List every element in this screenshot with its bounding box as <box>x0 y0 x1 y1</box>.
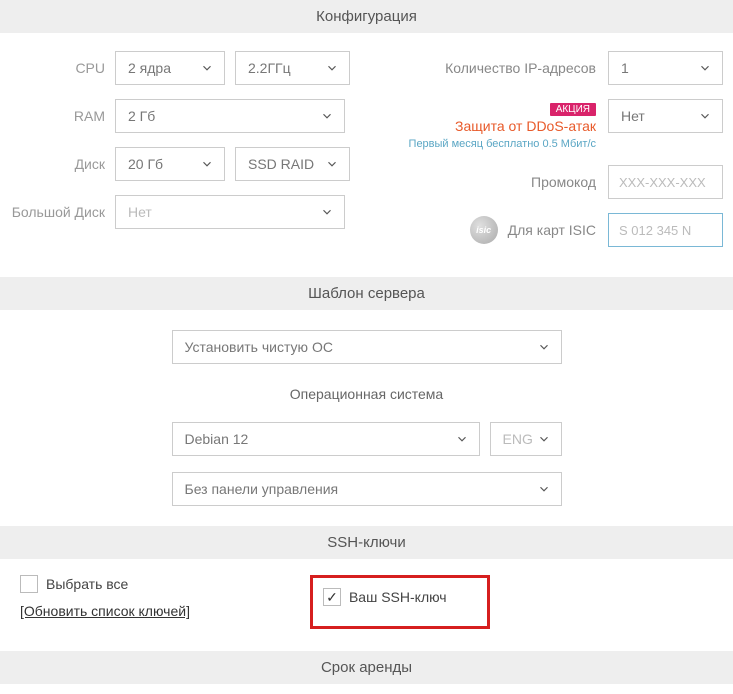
chevron-down-icon <box>537 482 551 496</box>
promo-badge: АКЦИЯ <box>550 103 596 116</box>
config-left-column: CPU 2 ядра 2.2ГГц RAM 2 Гб Диск 20 Гб <box>10 51 350 247</box>
cpu-label: CPU <box>10 60 105 77</box>
cpu-freq-select[interactable]: 2.2ГГц <box>235 51 350 85</box>
disk-size-select[interactable]: 20 Гб <box>115 147 225 181</box>
promo-label: Промокод <box>390 174 596 190</box>
ip-row: Количество IP-адресов 1 <box>390 51 723 85</box>
chevron-down-icon <box>537 432 551 446</box>
bigdisk-row: Большой Диск Нет <box>10 195 350 229</box>
chevron-down-icon <box>698 109 712 123</box>
disk-size-value: 20 Гб <box>128 156 163 172</box>
disk-type-value: SSD RAID <box>248 156 314 172</box>
select-all-row[interactable]: Выбрать все <box>20 575 190 593</box>
chevron-down-icon <box>325 61 339 75</box>
isic-input[interactable] <box>608 213 723 247</box>
ssh-body: Выбрать все [Обновить список ключей] Ваш… <box>0 559 733 651</box>
template-value: Установить чистую ОС <box>185 339 333 355</box>
ssh-left: Выбрать все [Обновить список ключей] <box>20 575 190 619</box>
chevron-down-icon <box>320 205 334 219</box>
ddos-row: АКЦИЯ Защита от DDoS-атак Первый месяц б… <box>390 99 723 151</box>
panel-value: Без панели управления <box>185 481 339 497</box>
section-header-ssh: SSH-ключи <box>0 526 733 559</box>
promo-row: Промокод <box>390 165 723 199</box>
section-header-rental: Срок аренды <box>0 651 733 684</box>
disk-type-select[interactable]: SSD RAID <box>235 147 350 181</box>
os-row: Debian 12 ENG <box>172 422 562 456</box>
template-body: Установить чистую ОС Операционная систем… <box>0 310 733 526</box>
section-header-template: Шаблон сервера <box>0 277 733 310</box>
ddos-label: Защита от DDoS-атак <box>455 118 596 134</box>
chevron-down-icon <box>320 109 334 123</box>
disk-label: Диск <box>10 156 105 173</box>
panel-select[interactable]: Без панели управления <box>172 472 562 506</box>
disk-row: Диск 20 Гб SSD RAID <box>10 147 350 181</box>
isic-label-block: isic Для карт ISIC <box>390 216 596 244</box>
isic-row: isic Для карт ISIC <box>390 213 723 247</box>
ddos-value: Нет <box>621 108 645 124</box>
config-right-column: Количество IP-адресов 1 АКЦИЯ Защита от … <box>390 51 723 247</box>
chevron-down-icon <box>455 432 469 446</box>
os-subheader: Операционная система <box>0 380 733 406</box>
ip-select[interactable]: 1 <box>608 51 723 85</box>
chevron-down-icon <box>325 157 339 171</box>
chevron-down-icon <box>698 61 712 75</box>
isic-icon: isic <box>470 216 498 244</box>
your-key-checkbox[interactable] <box>323 588 341 606</box>
chevron-down-icon <box>537 340 551 354</box>
os-value: Debian 12 <box>185 431 249 447</box>
isic-label: Для карт ISIC <box>508 222 596 238</box>
ram-select[interactable]: 2 Гб <box>115 99 345 133</box>
promo-input[interactable] <box>608 165 723 199</box>
bigdisk-label: Большой Диск <box>10 204 105 221</box>
ddos-select[interactable]: Нет <box>608 99 723 133</box>
ram-label: RAM <box>10 108 105 125</box>
your-key-label: Ваш SSH-ключ <box>349 588 447 606</box>
ip-value: 1 <box>621 60 629 76</box>
ssh-key-highlight: Ваш SSH-ключ <box>310 575 490 629</box>
template-select[interactable]: Установить чистую ОС <box>172 330 562 364</box>
cpu-freq-value: 2.2ГГц <box>248 60 291 76</box>
select-all-label: Выбрать все <box>46 576 128 592</box>
ram-row: RAM 2 Гб <box>10 99 350 133</box>
bigdisk-value: Нет <box>128 204 152 220</box>
ip-label: Количество IP-адресов <box>390 60 596 76</box>
refresh-keys-link[interactable]: [Обновить список ключей] <box>20 603 190 619</box>
section-header-config: Конфигурация <box>0 0 733 33</box>
os-select[interactable]: Debian 12 <box>172 422 480 456</box>
config-body: CPU 2 ядра 2.2ГГц RAM 2 Гб Диск 20 Гб <box>0 33 733 277</box>
cpu-cores-select[interactable]: 2 ядра <box>115 51 225 85</box>
ddos-label-block: АКЦИЯ Защита от DDoS-атак Первый месяц б… <box>390 99 596 151</box>
select-all-checkbox[interactable] <box>20 575 38 593</box>
cpu-row: CPU 2 ядра 2.2ГГц <box>10 51 350 85</box>
lang-select[interactable]: ENG <box>490 422 562 456</box>
chevron-down-icon <box>200 61 214 75</box>
ddos-subtext: Первый месяц бесплатно 0.5 Мбит/c <box>409 138 596 150</box>
chevron-down-icon <box>200 157 214 171</box>
bigdisk-select[interactable]: Нет <box>115 195 345 229</box>
lang-value: ENG <box>503 431 533 447</box>
ram-value: 2 Гб <box>128 108 155 124</box>
cpu-cores-value: 2 ядра <box>128 60 171 76</box>
